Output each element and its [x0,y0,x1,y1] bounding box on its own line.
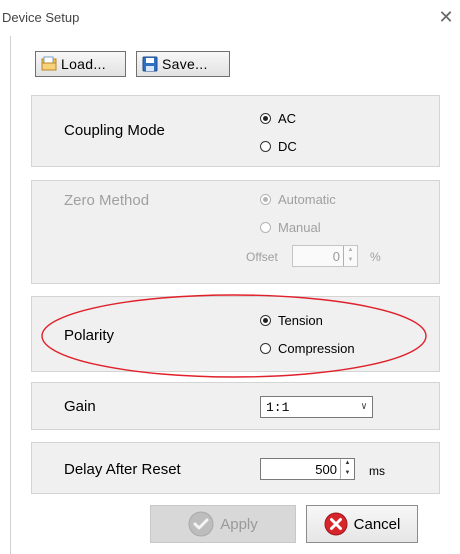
delay-unit: ms [369,464,385,478]
checkmark-icon [188,511,214,537]
delay-spinbox[interactable]: 500 ▲ ▼ [260,458,355,480]
offset-stepper-icon[interactable]: ▲ ▼ [343,246,357,266]
radio-unselected-icon [260,343,271,354]
radio-selected-icon [260,315,271,326]
folder-icon [41,56,57,72]
gain-value: 1:1 [266,399,290,415]
coupling-ac-label: AC [278,111,297,126]
window-title: Device Setup [2,10,80,25]
polarity-compression-label: Compression [278,341,355,356]
save-button[interactable]: Save... [136,51,230,77]
apply-button[interactable]: Apply [150,505,296,543]
delay-stepper-icon[interactable]: ▲ ▼ [340,459,354,479]
radio-selected-icon [260,194,271,205]
offset-unit: % [370,250,381,264]
coupling-ac-radio[interactable]: AC [260,111,296,126]
cancel-label: Cancel [353,515,401,533]
polarity-label: Polarity [64,327,115,344]
gain-select[interactable]: 1:1 ∨ [260,396,373,418]
radio-selected-icon [260,113,271,124]
polarity-tension-radio[interactable]: Tension [260,313,323,328]
offset-label: Offset [246,250,278,264]
apply-label: Apply [220,515,258,533]
offset-spinbox[interactable]: 0 ▲ ▼ [292,245,358,267]
cancel-button[interactable]: Cancel [306,505,418,543]
delay-value: 500 [315,461,337,477]
load-label: Load... [61,56,106,72]
zero-automatic-radio[interactable]: Automatic [260,192,336,207]
radio-unselected-icon [260,141,271,152]
window-left-edge [0,0,11,554]
offset-value: 0 [332,248,340,264]
coupling-mode-label: Coupling Mode [64,122,165,139]
polarity-tension-label: Tension [278,313,323,328]
chevron-down-icon: ∨ [360,402,367,413]
cancel-x-icon [324,512,348,536]
close-icon[interactable]: ✕ [437,8,455,26]
save-label: Save... [162,56,208,72]
zero-manual-label: Manual [278,220,321,235]
zero-method-label: Zero Method [64,192,150,209]
gain-label: Gain [64,398,96,415]
coupling-dc-radio[interactable]: DC [260,139,297,154]
coupling-dc-label: DC [278,139,297,154]
zero-manual-radio[interactable]: Manual [260,220,321,235]
floppy-disk-icon [142,56,158,72]
radio-unselected-icon [260,222,271,233]
delay-label: Delay After Reset [64,461,181,478]
polarity-compression-radio[interactable]: Compression [260,341,355,356]
zero-automatic-label: Automatic [278,192,336,207]
load-button[interactable]: Load... [35,51,126,77]
